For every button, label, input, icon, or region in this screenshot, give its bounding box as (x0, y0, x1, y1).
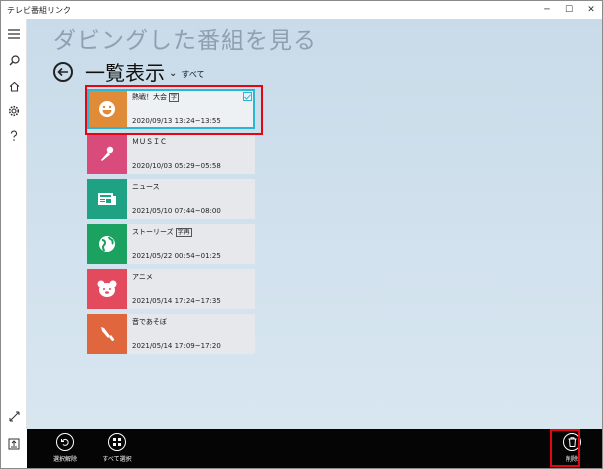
gear-icon[interactable] (5, 102, 23, 120)
program-title: ニュース (132, 183, 160, 191)
program-date: 2020/10/03 05:29~05:58 (132, 162, 221, 170)
window-title: テレビ番組リンク (7, 5, 71, 15)
program-item-3[interactable]: ニュース 2021/05/10 07:44~08:00 (87, 179, 255, 219)
window-controls: ─ ☐ ✕ (536, 1, 602, 19)
program-item-4[interactable]: ストーリーズ 字再 2021/05/22 00:54~01:25 (87, 224, 255, 264)
expand-icon[interactable] (5, 407, 23, 425)
smile-icon (87, 89, 127, 129)
view-header: 一覧表示 ⌄ すべて (53, 57, 205, 86)
microphone-icon (87, 134, 127, 174)
program-item-5[interactable]: アニメ 2021/05/14 17:24~17:35 (87, 269, 255, 309)
select-all-button[interactable]: すべて選択 (97, 433, 137, 467)
checkbox-checked-icon[interactable] (243, 92, 252, 101)
program-item-2[interactable]: ＭＵＳＩＣ 2020/10/03 05:29~05:58 (87, 134, 255, 174)
view-dropdown-chevron-icon[interactable]: ⌄ (169, 68, 177, 79)
trash-icon (563, 433, 581, 451)
close-button[interactable]: ✕ (580, 1, 602, 19)
maximize-button[interactable]: ☐ (558, 1, 580, 19)
brush-icon (87, 314, 127, 354)
hamburger-menu-icon[interactable] (5, 25, 23, 43)
back-arrow-icon[interactable] (53, 61, 73, 82)
program-date: 2021/05/14 17:09~17:20 (132, 342, 221, 350)
undo-icon (56, 433, 74, 451)
program-title: ストーリーズ (132, 228, 174, 236)
title-bar: テレビ番組リンク ─ ☐ ✕ (1, 1, 602, 19)
import-icon[interactable] (5, 435, 23, 453)
delete-label: 削除 (565, 456, 578, 463)
program-date: 2021/05/14 17:24~17:35 (132, 297, 221, 305)
program-item-6[interactable]: 音であそぼ 2021/05/14 17:09~17:20 (87, 314, 255, 354)
program-date: 2021/05/10 07:44~08:00 (132, 207, 221, 215)
deselect-button[interactable]: 選択解除 (45, 433, 85, 467)
command-bar: 選択解除 すべて選択 削除 (27, 429, 602, 468)
program-list: 熱戦！大会 字 2020/09/13 13:24~13:55 ＭＵＳＩＣ 202… (87, 89, 255, 359)
program-title: ＭＵＳＩＣ (132, 138, 167, 146)
caption-badge: 字 (169, 92, 180, 102)
minimize-button[interactable]: ─ (536, 1, 558, 19)
globe-icon (87, 224, 127, 264)
bear-icon (87, 269, 127, 309)
view-title: 一覧表示 (85, 61, 165, 85)
program-title: 音であそぼ (132, 318, 167, 326)
search-icon[interactable] (5, 51, 23, 69)
deselect-label: 選択解除 (52, 456, 77, 463)
program-title: 熱戦！大会 (132, 93, 167, 101)
help-icon[interactable] (5, 127, 23, 145)
home-icon[interactable] (5, 77, 23, 95)
program-title: アニメ (132, 273, 153, 281)
program-date: 2020/09/13 13:24~13:55 (132, 117, 221, 125)
program-item-1[interactable]: 熱戦！大会 字 2020/09/13 13:24~13:55 (87, 89, 255, 129)
main-content: ダビングした番組を見る 一覧表示 ⌄ すべて 熱戦！大会 字 2020/09/1 (27, 19, 602, 429)
grid-icon (108, 433, 126, 451)
app-window: テレビ番組リンク ─ ☐ ✕ ダビングした番組を見る 一覧表示 ⌄ すべて 熱戦… (0, 0, 603, 469)
nav-sidebar (1, 19, 27, 429)
view-filter-dropdown[interactable]: すべて (181, 69, 204, 80)
newspaper-icon (87, 179, 127, 219)
caption-badge: 字再 (175, 227, 192, 237)
program-date: 2021/05/22 00:54~01:25 (132, 252, 221, 260)
select-all-label: すべて選択 (102, 456, 132, 463)
page-heading: ダビングした番組を見る (53, 28, 317, 54)
delete-button[interactable]: 削除 (552, 433, 592, 467)
